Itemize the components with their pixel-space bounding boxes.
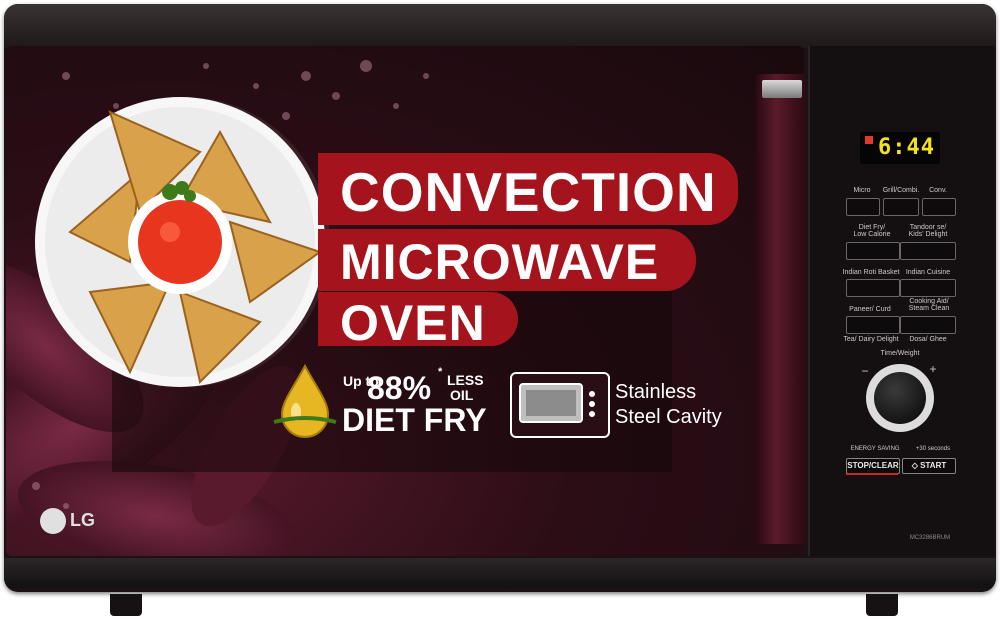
label-time-weight: Time/Weight [880,350,920,357]
oil-label: OIL [450,387,474,403]
label-grill-combi: Grill/Combi. [882,187,920,194]
steel-cavity-label: Steel Cavity [615,406,722,428]
stainless-label: Stainless [615,381,697,403]
knob-center [874,372,926,424]
diet-fry-button[interactable] [846,242,900,260]
knob-minus: − [861,364,869,378]
label-tandoor: Tandoor se/ Kids' Delight [908,224,948,238]
oven-base [4,558,996,588]
conv-button[interactable] [922,198,956,216]
roti-basket-button[interactable] [846,279,900,297]
samosa-plate [30,92,340,402]
label-roti-basket: Indian Roti Basket [842,269,900,276]
brand-label: LG [70,510,95,530]
label-paneer-curd: Paneer/ Curd [849,306,891,313]
label-tea-dairy: Tea/ Dairy Delight [843,336,899,343]
oil-asterisk: * [438,366,443,378]
samosa-image [35,97,330,387]
door-handle[interactable] [756,74,806,544]
model-number: MC3286BRUM [909,535,951,541]
stop-indicator [846,473,898,475]
start-button[interactable]: ◇ START [902,458,956,474]
stainless-cavity-icon [510,372,610,438]
label-conv: Conv. [929,187,947,194]
headline-microwave: MICROWAVE [340,234,660,290]
label-indian-cuisine: Indian Cuisine [905,269,951,276]
display-time: 6:44 [878,135,935,160]
label-diet-fry: Diet Fry/ Low Calorie [853,224,891,238]
less-label: LESS [447,372,484,388]
micro-button[interactable] [846,198,880,216]
start-label: START [920,461,947,470]
label-plus-30: +30 seconds [915,446,951,452]
tandoor-button[interactable] [900,242,956,260]
label-energy-saving: ENERGY SAVING [850,446,900,452]
lg-logo-icon [40,508,66,534]
label-dosa-ghee: Dosa/ Ghee [909,336,947,343]
diet-fry-label: DIET FRY [342,402,487,438]
headline-convection: CONVECTION [340,161,717,223]
indian-cuisine-button[interactable] [900,279,956,297]
label-cooking-aid: Cooking Aid/ Steam Clean [908,298,950,312]
start-diamond-icon: ◇ [911,461,918,470]
oven-top [4,4,996,48]
headline-oven: OVEN [340,295,486,351]
right-foot [866,594,898,616]
handle-highlight [762,80,802,98]
label-micro: Micro [853,187,871,194]
display-indicator [865,136,873,144]
cooking-aid-button[interactable] [900,316,956,334]
knob-plus: + [929,362,937,376]
paneer-curd-button[interactable] [846,316,900,334]
grill-combi-button[interactable] [883,198,919,216]
left-foot [110,594,142,616]
oil-drop-icon [273,363,337,438]
stop-clear-button[interactable]: STOP/CLEAR [846,458,900,474]
